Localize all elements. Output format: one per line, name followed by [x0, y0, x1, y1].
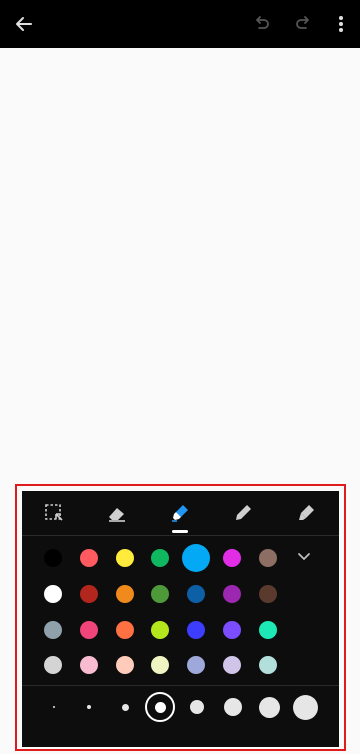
color-swatch[interactable] — [259, 549, 277, 567]
color-swatch[interactable] — [116, 656, 134, 674]
selected-tool-indicator — [172, 530, 188, 533]
color-swatch[interactable] — [44, 621, 62, 639]
color-swatch[interactable] — [116, 585, 134, 603]
top-app-bar — [0, 0, 360, 48]
marker-icon[interactable] — [288, 497, 324, 529]
stroke-size-option[interactable] — [258, 696, 280, 718]
tool-selector — [22, 491, 339, 535]
color-swatch[interactable] — [223, 585, 241, 603]
color-swatch[interactable] — [187, 656, 205, 674]
color-swatch[interactable] — [116, 621, 134, 639]
back-arrow-icon[interactable] — [8, 8, 40, 40]
highlighter-icon[interactable] — [162, 497, 198, 529]
stroke-size-option[interactable] — [121, 703, 129, 711]
divider — [22, 685, 339, 686]
color-swatch[interactable] — [116, 549, 134, 567]
color-swatch[interactable] — [44, 585, 62, 603]
more-vert-icon[interactable] — [325, 8, 357, 40]
stroke-size-option[interactable] — [87, 705, 91, 709]
color-swatch[interactable] — [80, 549, 98, 567]
stroke-size-option[interactable] — [154, 701, 166, 713]
color-swatch[interactable] — [223, 621, 241, 639]
color-swatch[interactable] — [259, 656, 277, 674]
undo-icon[interactable] — [246, 8, 278, 40]
color-swatch[interactable] — [182, 544, 210, 572]
pen-icon[interactable] — [225, 497, 261, 529]
color-swatch[interactable] — [80, 585, 98, 603]
stroke-size-option[interactable] — [224, 698, 242, 716]
color-swatch[interactable] — [44, 549, 62, 567]
color-swatch[interactable] — [80, 621, 98, 639]
color-swatch[interactable] — [151, 549, 169, 567]
stroke-size-option[interactable] — [53, 706, 55, 708]
eraser-icon[interactable] — [99, 497, 135, 529]
color-swatch[interactable] — [80, 656, 98, 674]
color-swatch[interactable] — [187, 621, 205, 639]
color-swatch[interactable] — [44, 656, 62, 674]
color-swatch[interactable] — [223, 656, 241, 674]
chevron-down-icon[interactable] — [290, 547, 318, 567]
color-swatch[interactable] — [151, 585, 169, 603]
redo-icon[interactable] — [287, 8, 319, 40]
pen-settings-panel — [22, 491, 339, 747]
color-swatch[interactable] — [223, 549, 241, 567]
divider — [22, 535, 339, 536]
color-swatch[interactable] — [259, 621, 277, 639]
stroke-size-option[interactable] — [190, 700, 204, 714]
color-swatch[interactable] — [151, 621, 169, 639]
stroke-size-option[interactable] — [292, 694, 318, 720]
color-swatch[interactable] — [151, 656, 169, 674]
selection-icon[interactable] — [36, 497, 72, 529]
color-swatch[interactable] — [187, 585, 205, 603]
color-swatch[interactable] — [259, 585, 277, 603]
drawing-canvas[interactable] — [0, 48, 360, 484]
